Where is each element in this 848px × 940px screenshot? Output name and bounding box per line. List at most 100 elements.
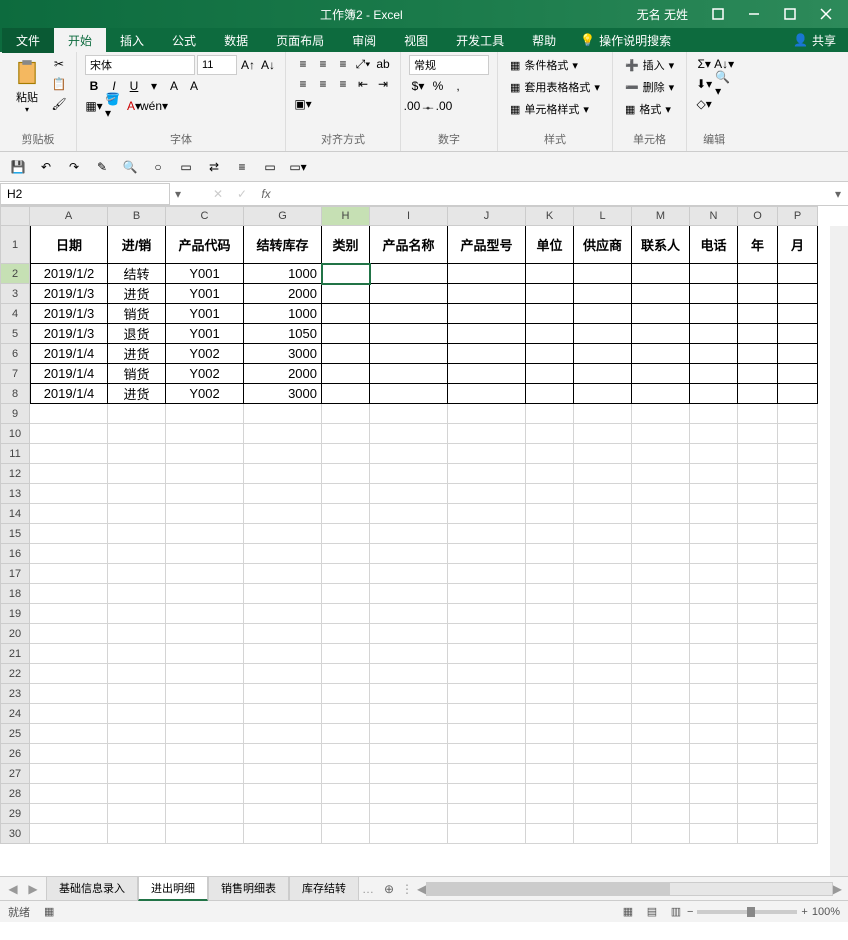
cell-C10[interactable] (166, 424, 244, 444)
cell-G24[interactable] (244, 704, 322, 724)
cell-M15[interactable] (632, 524, 690, 544)
cells-delete-button[interactable]: ➖删除▾ (621, 77, 678, 97)
cell-L23[interactable] (574, 684, 632, 704)
cell-H14[interactable] (322, 504, 370, 524)
cell-O30[interactable] (738, 824, 778, 844)
cell-N3[interactable] (690, 284, 738, 304)
bold-button[interactable]: B (85, 77, 103, 95)
cell-B9[interactable] (108, 404, 166, 424)
cell-N26[interactable] (690, 744, 738, 764)
column-header-M[interactable]: M (632, 206, 690, 226)
cell-L28[interactable] (574, 784, 632, 804)
cell-J27[interactable] (448, 764, 526, 784)
cell-G11[interactable] (244, 444, 322, 464)
cell-K5[interactable] (526, 324, 574, 344)
cell-H2[interactable] (322, 264, 370, 284)
cell-G10[interactable] (244, 424, 322, 444)
cell-O2[interactable] (738, 264, 778, 284)
cell-C29[interactable] (166, 804, 244, 824)
cell-G12[interactable] (244, 464, 322, 484)
cell-K22[interactable] (526, 664, 574, 684)
qat-btn-5[interactable]: 🔍 (120, 157, 140, 177)
cell-O4[interactable] (738, 304, 778, 324)
number-format-select[interactable] (409, 55, 489, 75)
cell-A23[interactable] (30, 684, 108, 704)
cell-N15[interactable] (690, 524, 738, 544)
row-header[interactable]: 3 (0, 284, 30, 304)
cell-N1[interactable]: 电话 (690, 226, 738, 264)
cell-B27[interactable] (108, 764, 166, 784)
conditional-format-button[interactable]: ▦条件格式▾ (506, 55, 604, 75)
cell-A14[interactable] (30, 504, 108, 524)
cell-L22[interactable] (574, 664, 632, 684)
row-header[interactable]: 25 (0, 724, 30, 744)
sheet-prev-button[interactable]: ◀ (4, 882, 22, 896)
sheet-more[interactable]: … (359, 882, 377, 896)
row-header[interactable]: 1 (0, 226, 30, 264)
cell-J12[interactable] (448, 464, 526, 484)
redo-button[interactable]: ↷ (64, 157, 84, 177)
cell-P24[interactable] (778, 704, 818, 724)
cell-M10[interactable] (632, 424, 690, 444)
cell-K16[interactable] (526, 544, 574, 564)
horizontal-scrollbar[interactable]: ◀ ▶ (411, 882, 848, 896)
cell-N17[interactable] (690, 564, 738, 584)
name-box[interactable]: H2 (0, 183, 170, 205)
cell-J1[interactable]: 产品型号 (448, 226, 526, 264)
cell-J30[interactable] (448, 824, 526, 844)
cell-O26[interactable] (738, 744, 778, 764)
cell-J9[interactable] (448, 404, 526, 424)
tab-insert[interactable]: 插入 (106, 28, 158, 53)
cell-B30[interactable] (108, 824, 166, 844)
cell-O17[interactable] (738, 564, 778, 584)
qat-btn-4[interactable]: ✎ (92, 157, 112, 177)
column-header-C[interactable]: C (166, 206, 244, 226)
align-center-button[interactable]: ≡ (314, 75, 332, 93)
zoom-slider[interactable] (697, 910, 797, 914)
cell-K28[interactable] (526, 784, 574, 804)
cell-G7[interactable]: 2000 (244, 364, 322, 384)
row-header[interactable]: 8 (0, 384, 30, 404)
cell-P17[interactable] (778, 564, 818, 584)
cell-A6[interactable]: 2019/1/4 (30, 344, 108, 364)
cell-N5[interactable] (690, 324, 738, 344)
align-left-button[interactable]: ≡ (294, 75, 312, 93)
cell-J11[interactable] (448, 444, 526, 464)
cell-M23[interactable] (632, 684, 690, 704)
sheet-next-button[interactable]: ▶ (24, 882, 42, 896)
cell-A17[interactable] (30, 564, 108, 584)
cell-C14[interactable] (166, 504, 244, 524)
cell-P14[interactable] (778, 504, 818, 524)
cell-M30[interactable] (632, 824, 690, 844)
cell-I12[interactable] (370, 464, 448, 484)
cell-I17[interactable] (370, 564, 448, 584)
align-bottom-button[interactable]: ≡ (334, 55, 352, 73)
cell-N16[interactable] (690, 544, 738, 564)
cell-J17[interactable] (448, 564, 526, 584)
formula-cancel-button[interactable]: ✕ (206, 187, 230, 201)
select-all-button[interactable] (0, 206, 30, 226)
cell-I29[interactable] (370, 804, 448, 824)
cell-B12[interactable] (108, 464, 166, 484)
row-header[interactable]: 20 (0, 624, 30, 644)
cell-G8[interactable]: 3000 (244, 384, 322, 404)
cell-J21[interactable] (448, 644, 526, 664)
cell-B8[interactable]: 进货 (108, 384, 166, 404)
cell-P23[interactable] (778, 684, 818, 704)
cell-A9[interactable] (30, 404, 108, 424)
cell-I13[interactable] (370, 484, 448, 504)
cell-O13[interactable] (738, 484, 778, 504)
cell-I3[interactable] (370, 284, 448, 304)
cell-H5[interactable] (322, 324, 370, 344)
format-painter-button[interactable]: 🖌 (50, 95, 68, 113)
sheet-tab[interactable]: 库存结转 (289, 876, 359, 901)
cell-P16[interactable] (778, 544, 818, 564)
cell-A8[interactable]: 2019/1/4 (30, 384, 108, 404)
cell-C15[interactable] (166, 524, 244, 544)
cell-G1[interactable]: 结转库存 (244, 226, 322, 264)
cell-P30[interactable] (778, 824, 818, 844)
formula-accept-button[interactable]: ✓ (230, 187, 254, 201)
cell-H30[interactable] (322, 824, 370, 844)
cell-H20[interactable] (322, 624, 370, 644)
cell-K14[interactable] (526, 504, 574, 524)
